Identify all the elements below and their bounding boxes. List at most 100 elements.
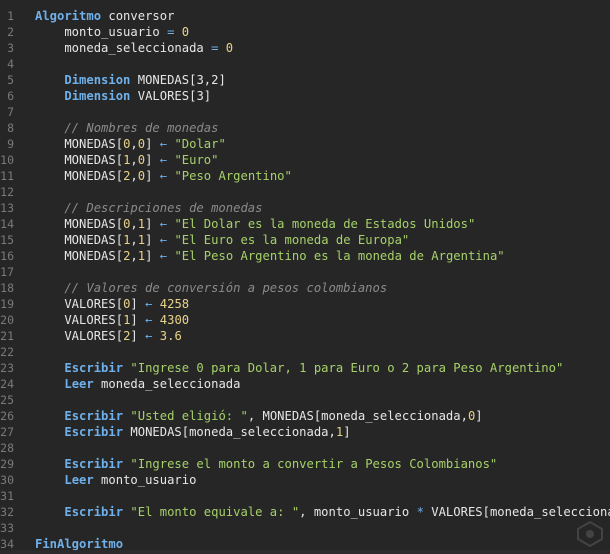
code-token: "El Peso Argentino es la moneda de Argen… bbox=[167, 249, 505, 263]
code-line[interactable]: 31 bbox=[0, 488, 610, 504]
code-token: MONEDAS[ bbox=[35, 233, 124, 247]
code-token: moneda_seleccionada bbox=[93, 377, 241, 391]
code-token: 0 bbox=[174, 25, 190, 39]
code-text: VALORES[1] ← 4300 bbox=[35, 312, 189, 328]
code-line[interactable]: 10 MONEDAS[1,0] ← "Euro" bbox=[0, 152, 610, 168]
code-token: ] bbox=[145, 137, 160, 151]
code-token: "El monto equivale a: " bbox=[123, 505, 300, 519]
code-line[interactable]: 32 Escribir "El monto equivale a: ", mon… bbox=[0, 504, 610, 520]
code-text: MONEDAS[2,0] ← "Peso Argentino" bbox=[35, 168, 292, 184]
code-text: Leer moneda_seleccionada bbox=[35, 376, 240, 392]
code-text: // Descripciones de monedas bbox=[35, 200, 262, 216]
line-number: 18 bbox=[0, 281, 14, 295]
code-token: Dimension bbox=[64, 89, 131, 103]
code-text: MONEDAS[0,0] ← "Dolar" bbox=[35, 136, 226, 152]
code-line[interactable]: 4 bbox=[0, 56, 610, 72]
code-token: ] bbox=[343, 425, 351, 439]
code-line[interactable]: 3 moneda_seleccionada = 0 bbox=[0, 40, 610, 56]
code-token: "Dolar" bbox=[167, 137, 226, 151]
code-line[interactable]: 12 bbox=[0, 184, 610, 200]
code-token: MONEDAS[ bbox=[35, 153, 124, 167]
code-line[interactable]: 16 MONEDAS[2,1] ← "El Peso Argentino es … bbox=[0, 248, 610, 264]
line-number: 6 bbox=[7, 89, 14, 103]
code-token: conversor bbox=[101, 9, 175, 23]
line-number: 4 bbox=[7, 57, 14, 71]
code-token: , monto_usuario bbox=[299, 505, 417, 519]
code-text: Escribir "Usted eligió: ", MONEDAS[moned… bbox=[35, 408, 482, 424]
code-token: // Valores de conversión a pesos colombi… bbox=[35, 281, 388, 295]
code-line[interactable]: 11 MONEDAS[2,0] ← "Peso Argentino" bbox=[0, 168, 610, 184]
code-line[interactable]: 29 Escribir "Ingrese el monto a converti… bbox=[0, 456, 610, 472]
code-token: , MONEDAS[moneda_seleccionada, bbox=[247, 409, 468, 423]
code-line[interactable]: 7 bbox=[0, 104, 610, 120]
code-text: MONEDAS[0,1] ← "El Dolar es la moneda de… bbox=[35, 216, 475, 232]
code-line[interactable]: 18 // Valores de conversión a pesos colo… bbox=[0, 280, 610, 296]
line-number: 27 bbox=[0, 425, 14, 439]
code-line[interactable]: 19 VALORES[0] ← 4258 bbox=[0, 296, 610, 312]
code-line[interactable]: 14 MONEDAS[0,1] ← "El Dolar es la moneda… bbox=[0, 216, 610, 232]
code-line[interactable]: 8 // Nombres de monedas bbox=[0, 120, 610, 136]
code-token: ] bbox=[145, 169, 160, 183]
code-token: "Euro" bbox=[167, 153, 219, 167]
code-line[interactable]: 15 MONEDAS[1,1] ← "El Euro es la moneda … bbox=[0, 232, 610, 248]
code-token: MONEDAS[ bbox=[35, 249, 124, 263]
code-token: "Ingrese el monto a convertir a Pesos Co… bbox=[123, 457, 498, 471]
code-line[interactable]: 5 Dimension MONEDAS[3,2] bbox=[0, 72, 610, 88]
code-line[interactable]: 27 Escribir MONEDAS[moneda_seleccionada,… bbox=[0, 424, 610, 440]
code-token: 4258 bbox=[152, 297, 190, 311]
code-line[interactable]: 13 // Descripciones de monedas bbox=[0, 200, 610, 216]
code-line[interactable]: 6 Dimension VALORES[3] bbox=[0, 88, 610, 104]
code-token: "Peso Argentino" bbox=[167, 169, 292, 183]
code-line[interactable]: 1 Algoritmo conversor bbox=[0, 8, 610, 24]
code-token: "El Euro es la moneda de Europa" bbox=[167, 233, 410, 247]
code-line[interactable]: 25 bbox=[0, 392, 610, 408]
code-token: ] bbox=[130, 297, 146, 311]
code-token: // Nombres de monedas bbox=[35, 121, 219, 135]
code-token: 0 bbox=[137, 137, 146, 151]
line-number: 23 bbox=[0, 361, 14, 375]
code-line[interactable]: 33 bbox=[0, 520, 610, 536]
code-line[interactable]: 30 Leer monto_usuario bbox=[0, 472, 610, 488]
code-text: MONEDAS[1,1] ← "El Euro es la moneda de … bbox=[35, 232, 409, 248]
code-token: * bbox=[416, 505, 424, 519]
code-token: , bbox=[130, 169, 138, 183]
code-line[interactable]: 2 monto_usuario = 0 bbox=[0, 24, 610, 40]
code-text: VALORES[2] ← 3.6 bbox=[35, 328, 181, 344]
code-token: ] bbox=[130, 329, 146, 343]
line-number: 17 bbox=[0, 265, 14, 279]
code-line[interactable]: 21 VALORES[2] ← 3.6 bbox=[0, 328, 610, 344]
code-line[interactable]: 28 bbox=[0, 440, 610, 456]
code-token: MONEDAS[3,2] bbox=[130, 73, 226, 87]
code-token: ] bbox=[145, 249, 160, 263]
code-line[interactable]: 9 MONEDAS[0,0] ← "Dolar" bbox=[0, 136, 610, 152]
code-token: Escribir bbox=[64, 505, 124, 519]
code-token: FinAlgoritmo bbox=[35, 537, 124, 551]
line-number: 33 bbox=[0, 521, 14, 535]
line-number: 7 bbox=[7, 105, 14, 119]
line-number: 9 bbox=[7, 137, 14, 151]
code-line[interactable]: 23 Escribir "Ingrese 0 para Dolar, 1 par… bbox=[0, 360, 610, 376]
code-line[interactable]: 24 Leer moneda_seleccionada bbox=[0, 376, 610, 392]
code-editor[interactable]: 1 Algoritmo conversor 2 monto_usuario = 03… bbox=[0, 0, 610, 554]
code-line[interactable]: 26 Escribir "Usted eligió: ", MONEDAS[mo… bbox=[0, 408, 610, 424]
code-token: , bbox=[130, 153, 138, 167]
code-line[interactable]: 22 bbox=[0, 344, 610, 360]
line-number: 28 bbox=[0, 441, 14, 455]
code-line[interactable]: 17 bbox=[0, 264, 610, 280]
line-number: 32 bbox=[0, 505, 14, 519]
code-line[interactable]: 20 VALORES[1] ← 4300 bbox=[0, 312, 610, 328]
line-number: 14 bbox=[0, 217, 14, 231]
code-token: moneda_seleccionada bbox=[35, 41, 212, 55]
horizontal-scrollbar[interactable] bbox=[0, 550, 610, 554]
code-token: Leer bbox=[64, 473, 94, 487]
code-token: Leer bbox=[64, 377, 94, 391]
code-token: monto_usuario bbox=[35, 25, 168, 39]
line-number: 1 bbox=[7, 9, 14, 23]
code-token: MONEDAS[ bbox=[35, 169, 124, 183]
code-token: VALORES[3] bbox=[130, 89, 212, 103]
